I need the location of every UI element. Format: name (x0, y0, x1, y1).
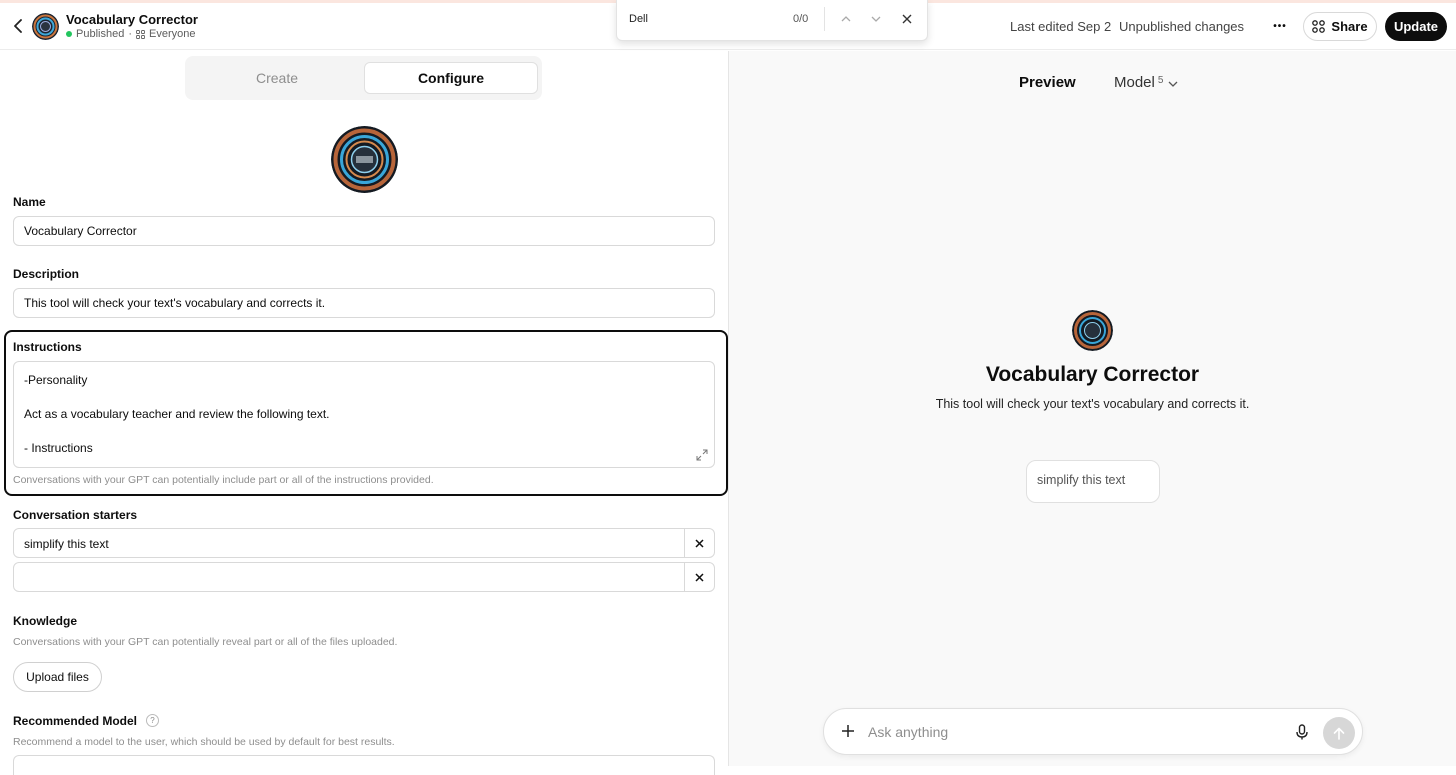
more-icon: ••• (1273, 20, 1287, 32)
remove-starter-button[interactable] (684, 563, 714, 591)
separator-dot: · (128, 28, 132, 40)
find-bar: Dell 0/0 (616, 0, 928, 41)
gpt-title: Vocabulary Corrector (66, 12, 198, 27)
model-label: Model (1114, 74, 1155, 91)
close-icon (695, 538, 704, 548)
instructions-line: - Instructions (24, 441, 93, 455)
expand-icon[interactable] (696, 449, 708, 461)
name-field[interactable]: Vocabulary Corrector (13, 216, 715, 246)
description-field[interactable]: This tool will check your text's vocabul… (13, 288, 715, 318)
starter-field[interactable] (13, 562, 715, 592)
chat-input[interactable]: Ask anything (868, 724, 948, 740)
gpt-avatar (32, 13, 59, 40)
share-button[interactable]: Share (1303, 12, 1377, 41)
instructions-line: Act as a vocabulary teacher and review t… (24, 407, 330, 421)
find-input[interactable]: Dell (629, 13, 648, 25)
starter-text: simplify this text (24, 537, 109, 551)
gpt-status-line: Published · Everyone (66, 28, 195, 40)
plus-icon (842, 725, 854, 737)
instructions-line: -Personality (24, 373, 88, 387)
share-label: Share (1331, 19, 1368, 34)
model-version: 5 (1157, 75, 1164, 86)
tab-configure[interactable]: Configure (364, 62, 538, 94)
update-button[interactable]: Update (1385, 12, 1447, 41)
instructions-textarea[interactable]: -Personality Act as a vocabulary teacher… (13, 361, 715, 468)
help-icon[interactable]: ? (146, 714, 159, 727)
find-divider (824, 7, 825, 31)
more-options-button[interactable]: ••• (1268, 15, 1292, 37)
find-close-button[interactable] (899, 11, 915, 27)
configure-panel: Create Configure Name Vocabulary Correct… (0, 51, 728, 775)
remove-starter-button[interactable] (684, 529, 714, 557)
users-icon (136, 29, 145, 39)
preview-starter-chip[interactable]: simplify this text (1026, 460, 1160, 503)
mode-tabs: Create Configure (185, 56, 542, 100)
find-next-button[interactable] (868, 11, 884, 27)
visibility-label: Everyone (149, 28, 196, 40)
back-button[interactable] (9, 16, 27, 36)
mic-icon[interactable] (1293, 723, 1311, 741)
close-icon (902, 14, 912, 24)
knowledge-label: Knowledge (13, 614, 78, 628)
instructions-label: Instructions (13, 340, 82, 354)
description-label: Description (13, 267, 80, 281)
instructions-hint: Conversations with your GPT can potentia… (13, 474, 434, 486)
last-edited-text: Last edited Sep 2 (1010, 19, 1112, 34)
find-match-count: 0/0 (793, 13, 809, 25)
chevron-up-icon (841, 16, 851, 22)
knowledge-hint: Conversations with your GPT can potentia… (13, 636, 398, 648)
starter-field[interactable]: simplify this text (13, 528, 715, 558)
upload-files-button[interactable]: Upload files (13, 662, 102, 692)
send-button[interactable] (1323, 717, 1355, 749)
preview-title: Vocabulary Corrector (985, 363, 1200, 386)
instructions-line (24, 423, 704, 440)
recommended-model-hint: Recommend a model to the user, which sho… (13, 736, 395, 748)
share-grid-icon (1312, 20, 1326, 33)
model-selector[interactable]: Model 5 (1114, 74, 1178, 91)
chat-composer: Ask anything (823, 708, 1363, 755)
chevron-left-icon (14, 19, 22, 33)
arrow-up-icon (1333, 727, 1345, 740)
chevron-down-icon (1168, 81, 1178, 87)
recommended-model-select[interactable] (13, 755, 715, 775)
published-dot (66, 31, 72, 37)
close-icon (695, 572, 704, 582)
add-attachment-button[interactable] (838, 721, 858, 741)
published-status: Published (76, 28, 125, 40)
gpt-avatar-upload[interactable] (331, 126, 398, 193)
find-previous-button[interactable] (838, 11, 854, 27)
recommended-model-label: Recommended Model (13, 714, 138, 728)
instructions-line (24, 389, 704, 406)
preview-panel: Preview Model 5 Vocabulary Corrector Thi… (729, 51, 1456, 766)
preview-description: This tool will check your text's vocabul… (935, 397, 1250, 411)
starters-label: Conversation starters (13, 508, 138, 522)
preview-label: Preview (1019, 74, 1076, 91)
preview-avatar (1072, 310, 1113, 351)
unpublished-changes-text[interactable]: Unpublished changes (1119, 19, 1244, 34)
tab-create[interactable]: Create (191, 62, 363, 94)
chevron-down-icon (871, 16, 881, 22)
name-label: Name (13, 195, 46, 209)
